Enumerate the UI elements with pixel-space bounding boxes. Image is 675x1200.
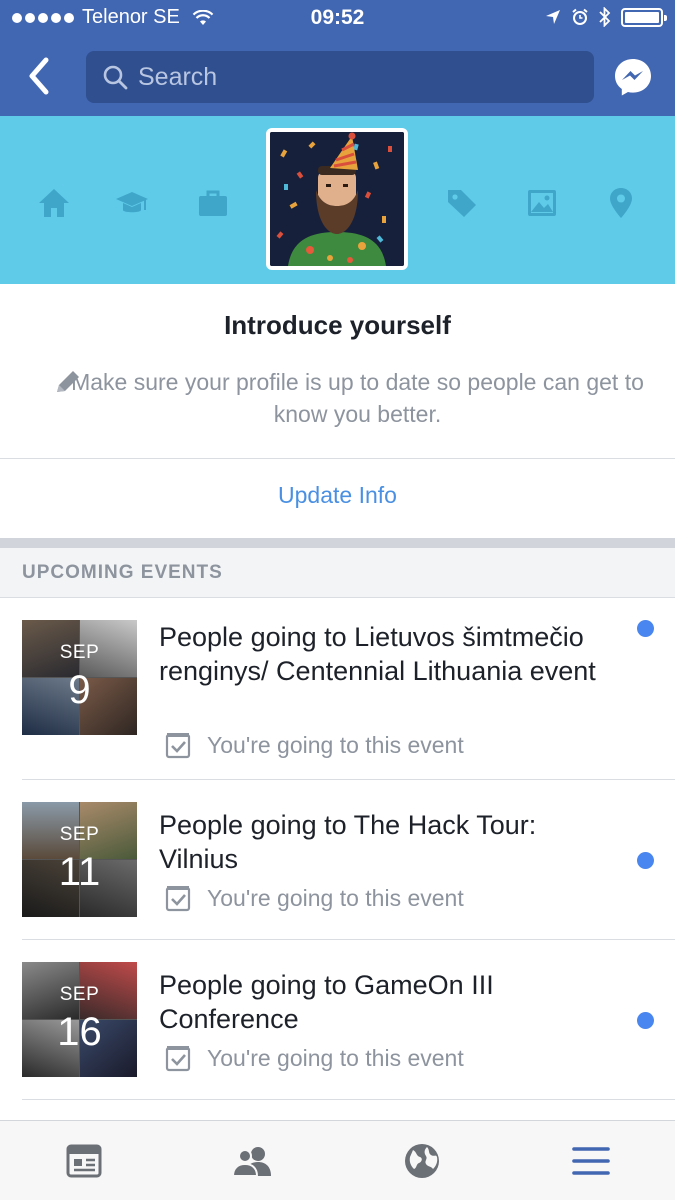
unread-dot <box>637 1012 654 1029</box>
update-info-link[interactable]: Update Info <box>0 482 675 509</box>
back-button[interactable] <box>22 56 58 96</box>
friends-icon <box>231 1147 271 1177</box>
status-right <box>545 7 667 27</box>
event-title: People going to The Hack Tour: Vilnius <box>159 810 537 874</box>
globe-notifications-icon <box>405 1144 439 1178</box>
event-month: SEP <box>59 824 100 845</box>
messenger-button[interactable] <box>612 56 654 98</box>
event-thumbnail: SEP 11 <box>22 802 137 917</box>
event-thumbnail: SEP 9 <box>22 620 137 735</box>
event-going-status: You're going to this event <box>165 884 464 912</box>
event-status-text: You're going to this event <box>207 731 464 758</box>
divider <box>0 458 675 459</box>
upcoming-events-label: UPCOMING EVENTS <box>22 562 223 583</box>
event-title: People going to GameOn III Conference <box>159 970 494 1034</box>
event-day: 9 <box>68 668 91 712</box>
photo-icon <box>528 190 556 216</box>
app-header: Telenor SE 09:52 <box>0 0 675 116</box>
avatar-illustration <box>270 132 404 266</box>
event-row[interactable]: SEP 16 People going to GameOn III Confer… <box>0 940 675 1100</box>
home-icon <box>39 189 69 217</box>
tab-news-feed[interactable] <box>62 1139 106 1183</box>
location-pin-icon <box>610 188 632 218</box>
intro-description: Make sure your profile is up to date so … <box>71 369 644 427</box>
bluetooth-icon <box>599 7 611 27</box>
chevron-left-icon <box>29 57 49 95</box>
intro-title: Introduce yourself <box>224 310 451 340</box>
nav-bar <box>0 38 675 116</box>
event-going-status: You're going to this event <box>165 731 464 759</box>
unread-dot <box>637 852 654 869</box>
event-status-text: You're going to this event <box>207 884 464 911</box>
search-icon <box>103 65 128 90</box>
graduation-cap-icon <box>116 192 148 213</box>
profile-cover <box>0 116 675 284</box>
battery-icon <box>621 7 667 27</box>
briefcase-icon <box>199 190 227 216</box>
menu-icon <box>572 1147 610 1175</box>
checkbox-checked-icon <box>165 733 191 759</box>
news-feed-icon <box>66 1144 102 1178</box>
messenger-icon <box>615 59 651 96</box>
event-day: 11 <box>58 850 101 894</box>
checkbox-checked-icon <box>165 1046 191 1072</box>
event-thumbnail: SEP 16 <box>22 962 137 1077</box>
row-divider <box>22 1099 675 1100</box>
bottom-tab-bar <box>0 1120 675 1200</box>
status-bar: Telenor SE 09:52 <box>0 0 675 38</box>
section-gap <box>0 538 675 548</box>
event-month: SEP <box>59 642 100 663</box>
event-going-status: You're going to this event <box>165 1044 464 1072</box>
search-bar[interactable] <box>86 51 594 103</box>
event-row[interactable]: SEP 9 People going to Lietuvos šimtmečio… <box>0 598 675 780</box>
alarm-icon <box>572 8 588 25</box>
event-day: 16 <box>57 1010 102 1054</box>
profile-avatar[interactable] <box>266 128 408 270</box>
unread-dot <box>637 620 654 637</box>
upcoming-events-header: UPCOMING EVENTS <box>0 548 675 598</box>
tab-notifications[interactable] <box>400 1139 444 1183</box>
tab-friends[interactable] <box>230 1139 274 1183</box>
tab-menu[interactable] <box>569 1139 613 1183</box>
location-arrow-icon <box>546 10 560 24</box>
tag-icon <box>448 190 476 217</box>
search-input[interactable] <box>138 59 578 95</box>
event-title: People going to Lietuvos šimtmečio rengi… <box>159 622 596 686</box>
event-month: SEP <box>59 984 100 1005</box>
event-row[interactable]: SEP 11 People going to The Hack Tour: Vi… <box>0 780 675 940</box>
checkbox-checked-icon <box>165 886 191 912</box>
event-status-text: You're going to this event <box>207 1044 464 1071</box>
